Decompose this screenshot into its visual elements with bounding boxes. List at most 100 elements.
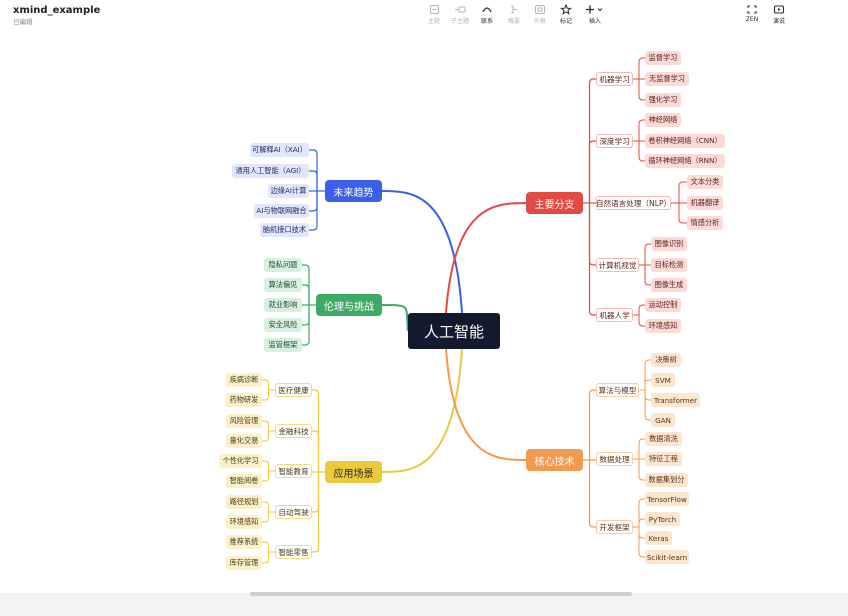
topic-personalized-learning[interactable]: 个性化学习 <box>219 454 262 468</box>
topic-supervised[interactable]: 监督学习 <box>645 51 681 65</box>
topic-machine-translation[interactable]: 机器翻译 <box>687 196 723 210</box>
topic-svm[interactable]: SVM <box>651 373 675 387</box>
relationship-button[interactable]: 联系 <box>473 4 501 25</box>
subtopic-label: 子主题 <box>450 18 469 25</box>
connector-line <box>262 460 269 471</box>
connector-line <box>381 348 463 473</box>
fullscreen-icon <box>747 5 757 14</box>
connector-line <box>381 190 463 314</box>
zen-label: ZEN <box>745 16 759 23</box>
connector-line <box>262 379 269 390</box>
summary-button[interactable]: 概要 <box>500 4 528 25</box>
topic-rnn[interactable]: 循环神经网络（RNN） <box>645 154 725 168</box>
connector-line <box>262 501 269 512</box>
topic-data-processing[interactable]: 数据处理 <box>596 452 633 466</box>
topic-algorithms-models[interactable]: 算法与模型 <box>596 383 639 397</box>
topic-decision-tree[interactable]: 决策树 <box>651 353 681 367</box>
topic-deep-learning[interactable]: 深度学习 <box>596 134 633 148</box>
topic-neural-network[interactable]: 神经网络 <box>645 113 681 127</box>
topic-frameworks[interactable]: 开发框架 <box>596 520 633 534</box>
topic-privacy[interactable]: 隐私问题 <box>264 258 302 272</box>
connector-line <box>381 304 409 332</box>
branch-applications[interactable]: 应用场景 <box>325 461 382 483</box>
connector-line <box>262 512 269 523</box>
summary-bracket-icon <box>511 5 517 14</box>
topic-recommendation[interactable]: 推荐系统 <box>226 535 262 549</box>
topic-icon <box>429 5 439 14</box>
connector-line <box>262 390 269 401</box>
plus-chevron-icon <box>586 5 603 14</box>
topic-label: 主题 <box>427 18 440 25</box>
connector-line <box>262 431 269 442</box>
zen-button[interactable]: ZEN <box>738 4 766 23</box>
branch-future-trends[interactable]: 未来趋势 <box>325 180 382 202</box>
topic-tensorflow[interactable]: TensorFlow <box>645 492 689 506</box>
topic-retail[interactable]: 智能零售 <box>275 545 312 559</box>
mindmap-canvas[interactable]: 人工智能 未来趋势 伦理与挑战 应用场景 主要分支 核心技术 可解释AI（XAI… <box>0 30 848 593</box>
topic-quant-trading[interactable]: 量化交易 <box>226 434 262 448</box>
boundary-button[interactable]: 外框 <box>526 4 554 25</box>
topic-feature-engineering[interactable]: 特征工程 <box>645 452 682 466</box>
boundary-label: 外框 <box>533 18 546 25</box>
topic-environment-perception[interactable]: 环境感知 <box>226 515 262 529</box>
subtopic-button[interactable]: 子主题 <box>446 4 474 25</box>
connector-line <box>262 552 269 564</box>
topic-object-detection[interactable]: 目标检测 <box>651 258 687 272</box>
marker-button[interactable]: 标记 <box>552 4 580 25</box>
topic-risk-management[interactable]: 风险管理 <box>226 414 262 428</box>
topic-text-classification[interactable]: 文本分类 <box>687 175 723 189</box>
connector-line <box>445 202 527 314</box>
topic-inventory[interactable]: 库存管理 <box>226 556 262 570</box>
connector-line <box>588 203 596 266</box>
topic-edge-ai[interactable]: 边缘AI计算 <box>268 184 309 198</box>
bottom-status-bar <box>0 596 848 616</box>
topic-robot-perception[interactable]: 环境感知 <box>645 319 681 333</box>
insert-button[interactable]: 插入 <box>581 4 609 25</box>
topic-image-generation[interactable]: 图像生成 <box>651 278 687 292</box>
topic-scikit-learn[interactable]: Scikit-learn <box>645 550 689 564</box>
topic-employment[interactable]: 就业影响 <box>264 298 302 312</box>
present-play-icon <box>773 5 785 14</box>
topic-robotics[interactable]: 机器人学 <box>596 308 633 322</box>
topic-keras[interactable]: Keras <box>645 531 672 545</box>
topic-bias[interactable]: 算法偏见 <box>264 278 302 292</box>
topic-xai[interactable]: 可解释AI（XAI） <box>250 143 309 157</box>
topic-gan[interactable]: GAN <box>651 413 675 427</box>
topic-auto-grading[interactable]: 智能阅卷 <box>226 474 262 488</box>
topic-button[interactable]: 主题 <box>420 4 448 25</box>
branch-core-tech[interactable]: 核心技术 <box>526 449 583 471</box>
connector-line <box>312 472 320 513</box>
topic-transformer[interactable]: Transformer <box>651 393 700 407</box>
document-title[interactable]: xmind_example <box>13 5 100 16</box>
topic-safety[interactable]: 安全风险 <box>264 318 302 332</box>
topic-sentiment-analysis[interactable]: 情感分析 <box>687 216 723 230</box>
topic-pytorch[interactable]: PyTorch <box>645 512 680 526</box>
topic-bci[interactable]: 脑机接口技术 <box>260 223 309 237</box>
topic-path-planning[interactable]: 路径规划 <box>226 495 262 509</box>
topic-reinforcement[interactable]: 强化学习 <box>645 93 681 107</box>
topic-data-cleaning[interactable]: 数据清洗 <box>645 432 682 446</box>
topic-unsupervised[interactable]: 无监督学习 <box>645 72 689 86</box>
topic-computer-vision[interactable]: 计算机视觉 <box>596 258 639 272</box>
topic-machine-learning[interactable]: 机器学习 <box>596 72 633 86</box>
topic-diagnosis[interactable]: 疾病诊断 <box>226 373 262 387</box>
topic-image-recognition[interactable]: 图像识别 <box>651 237 687 251</box>
present-button[interactable]: 演说 <box>765 4 793 25</box>
topic-drug-discovery[interactable]: 药物研发 <box>226 393 262 407</box>
topic-regulation[interactable]: 监管框架 <box>264 338 302 352</box>
subtopic-icon <box>455 6 466 13</box>
connector-line <box>262 471 269 482</box>
central-topic[interactable]: 人工智能 <box>408 313 500 349</box>
topic-cnn[interactable]: 卷积神经网络（CNN） <box>645 134 725 148</box>
topic-autonomous-driving[interactable]: 自动驾驶 <box>275 505 312 519</box>
branch-main-fields[interactable]: 主要分支 <box>526 192 583 214</box>
topic-nlp[interactable]: 自然语言处理（NLP） <box>596 196 671 210</box>
topic-motion-control[interactable]: 运动控制 <box>645 298 681 312</box>
topic-healthcare[interactable]: 医疗健康 <box>275 383 312 397</box>
topic-dataset-split[interactable]: 数据集划分 <box>645 473 688 487</box>
topic-education[interactable]: 智能教育 <box>275 464 312 478</box>
topic-fintech[interactable]: 金融科技 <box>275 424 312 438</box>
branch-ethics[interactable]: 伦理与挑战 <box>316 294 382 316</box>
topic-ai-iot[interactable]: AI与物联网融合 <box>254 204 309 218</box>
topic-agi[interactable]: 通用人工智能（AGI） <box>232 164 309 178</box>
